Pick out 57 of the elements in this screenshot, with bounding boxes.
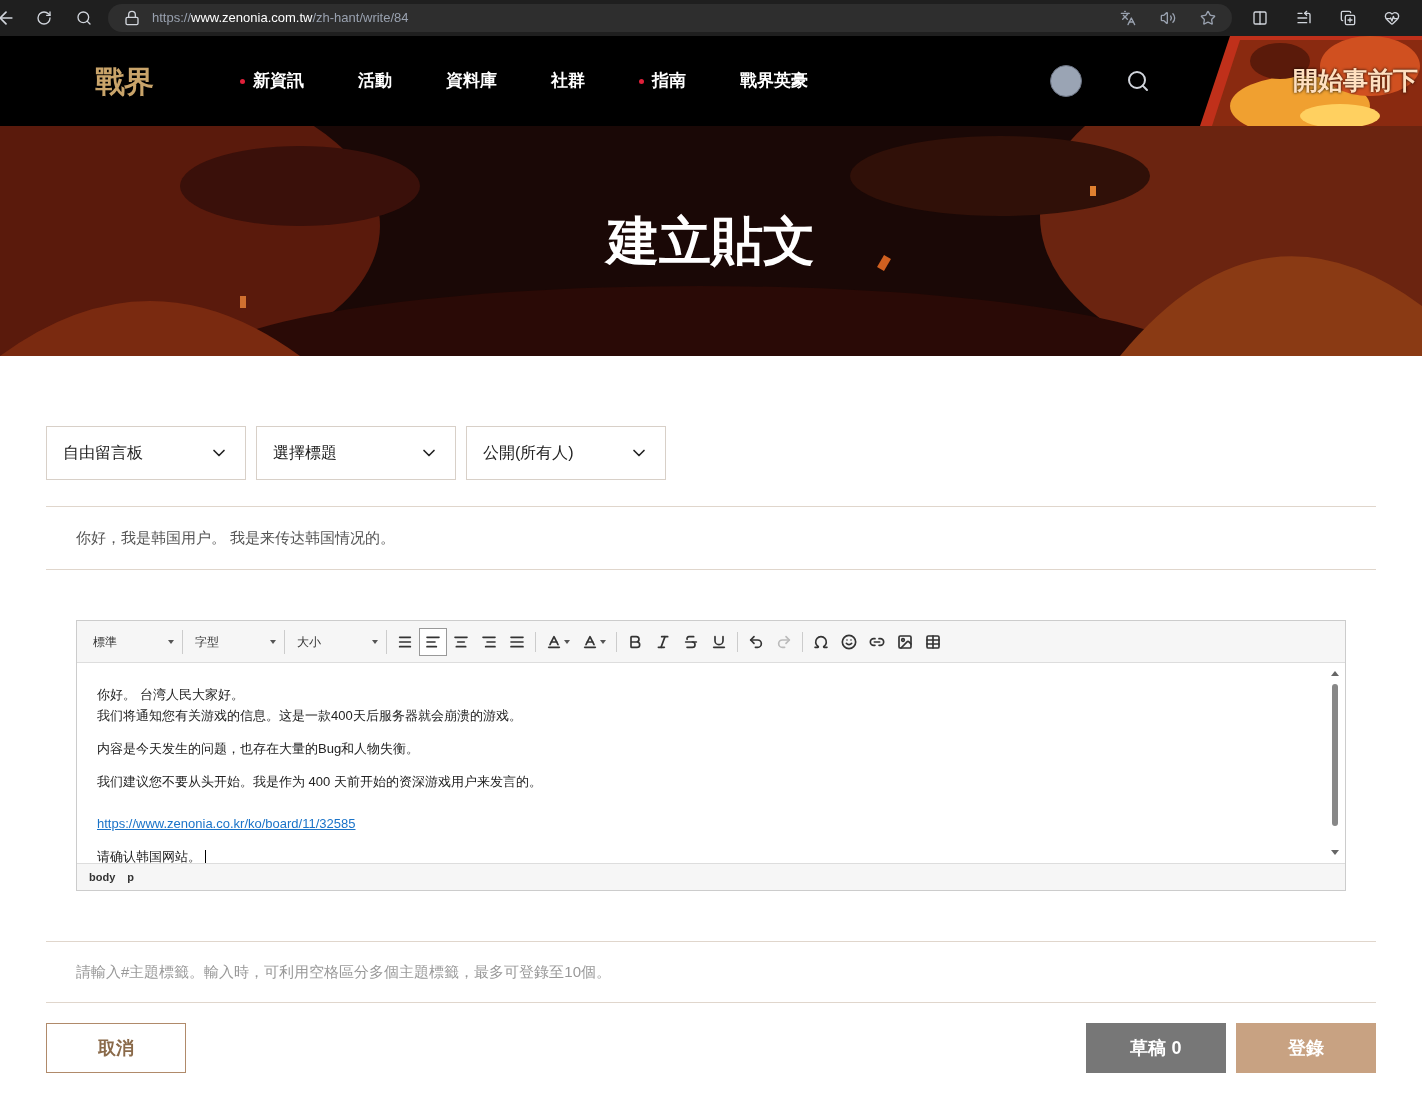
favorite-icon[interactable] [1200, 10, 1216, 26]
element-path[interactable]: p [127, 868, 134, 886]
reload-icon[interactable] [36, 10, 52, 26]
undo-icon [748, 633, 764, 650]
search-icon[interactable] [1126, 69, 1150, 93]
omega-icon [813, 633, 829, 650]
health-icon[interactable] [1384, 10, 1400, 26]
paragraph-text: 我们建议您不要从头开始。我是作为 400 天前开始的资深游戏用户来发言的。 [97, 774, 542, 789]
image-icon [897, 633, 913, 650]
format-dropdown[interactable]: 大小 [289, 629, 387, 654]
caret-icon [270, 639, 276, 644]
paragraph-text: 内容是今天发生的问题，也存在大量的Bug和人物失衡。 [97, 741, 420, 756]
collections-icon[interactable] [1340, 10, 1356, 26]
bold-icon [627, 633, 643, 650]
nav-link[interactable]: 社群 [551, 68, 585, 94]
read-aloud-icon[interactable] [1160, 10, 1176, 26]
nav-link[interactable]: 指南 [639, 68, 686, 94]
redo-icon [776, 633, 792, 650]
element-path[interactable]: body [89, 868, 116, 886]
caret-icon [168, 639, 174, 644]
nav-link[interactable]: 戰界英豪 [740, 68, 808, 94]
paragraph-text: 请确认韩国网站。 [97, 849, 206, 863]
editor-content[interactable]: 你好。 台湾人民大家好。 我们将通知您有关游戏的信息。这是一款400天后服务器就会崩溃的游戏。 内容是今天发生的问题，也存在大量的Bug和人物失衡。 我们建议您不要从头开始。我是作为 400 天前开始的资深游戏用户来发言的。 https://www.zenonia.co.kr/ko/board/11/32585 请确认韩国网站。 [77, 663, 1345, 863]
underline-icon [711, 633, 727, 650]
format-dropdown[interactable]: 標準 [85, 629, 183, 654]
strike-icon [683, 633, 699, 650]
paragraph-text: 我们将通知您有关游戏的信息。这是一款400天后服务器就会崩溃的游戏。 [97, 708, 522, 723]
link[interactable]: https://www.zenonia.co.kr/ko/board/11/32585 [97, 816, 356, 831]
draft-button[interactable]: 草稿 0 [1086, 1023, 1226, 1073]
address-bar[interactable]: https://www.zenonia.com.tw/zh-hant/write/84 [108, 4, 1232, 32]
table-icon [925, 633, 941, 650]
lock-icon [124, 10, 140, 26]
paragraph-text: 你好。 台湾人民大家好。 [97, 687, 244, 702]
nav-link[interactable]: 活動 [358, 68, 392, 94]
nav-link[interactable]: 資料庫 [446, 68, 497, 94]
dropdown-select[interactable]: 選擇標題 [256, 426, 456, 480]
hashtag-field[interactable]: 請輸入#主題標籤。輸入時，可利用空格區分多個主題標籤，最多可登錄至10個。 [46, 960, 1376, 984]
emoji-icon [841, 633, 857, 650]
format-dropdown[interactable]: 字型 [187, 629, 285, 654]
title-field[interactable]: 你好，我是韩国用户。 我是来传达韩国情况的。 [46, 506, 1376, 570]
cancel-button[interactable]: 取消 [46, 1023, 186, 1073]
caret-icon [372, 639, 378, 644]
bg-color-icon [582, 633, 598, 650]
align-left-button[interactable] [419, 627, 447, 656]
url-text: https://www.zenonia.com.tw/zh-hant/write/84 [152, 9, 410, 28]
logo[interactable]: 戰界 [95, 58, 205, 104]
text-color-icon [546, 633, 562, 650]
avatar[interactable] [1050, 65, 1082, 97]
dropdown-select[interactable]: 自由留言板 [46, 426, 246, 480]
translate-icon[interactable] [1120, 10, 1136, 26]
dropdown-select[interactable]: 公開(所有人) [466, 426, 666, 480]
favorites-icon[interactable] [1296, 10, 1312, 26]
scrollbar[interactable] [1329, 671, 1341, 855]
nav-link[interactable]: 新資訊 [240, 68, 304, 94]
search-icon[interactable] [76, 10, 92, 26]
split-screen-icon[interactable] [1252, 10, 1268, 26]
italic-icon [655, 633, 671, 650]
